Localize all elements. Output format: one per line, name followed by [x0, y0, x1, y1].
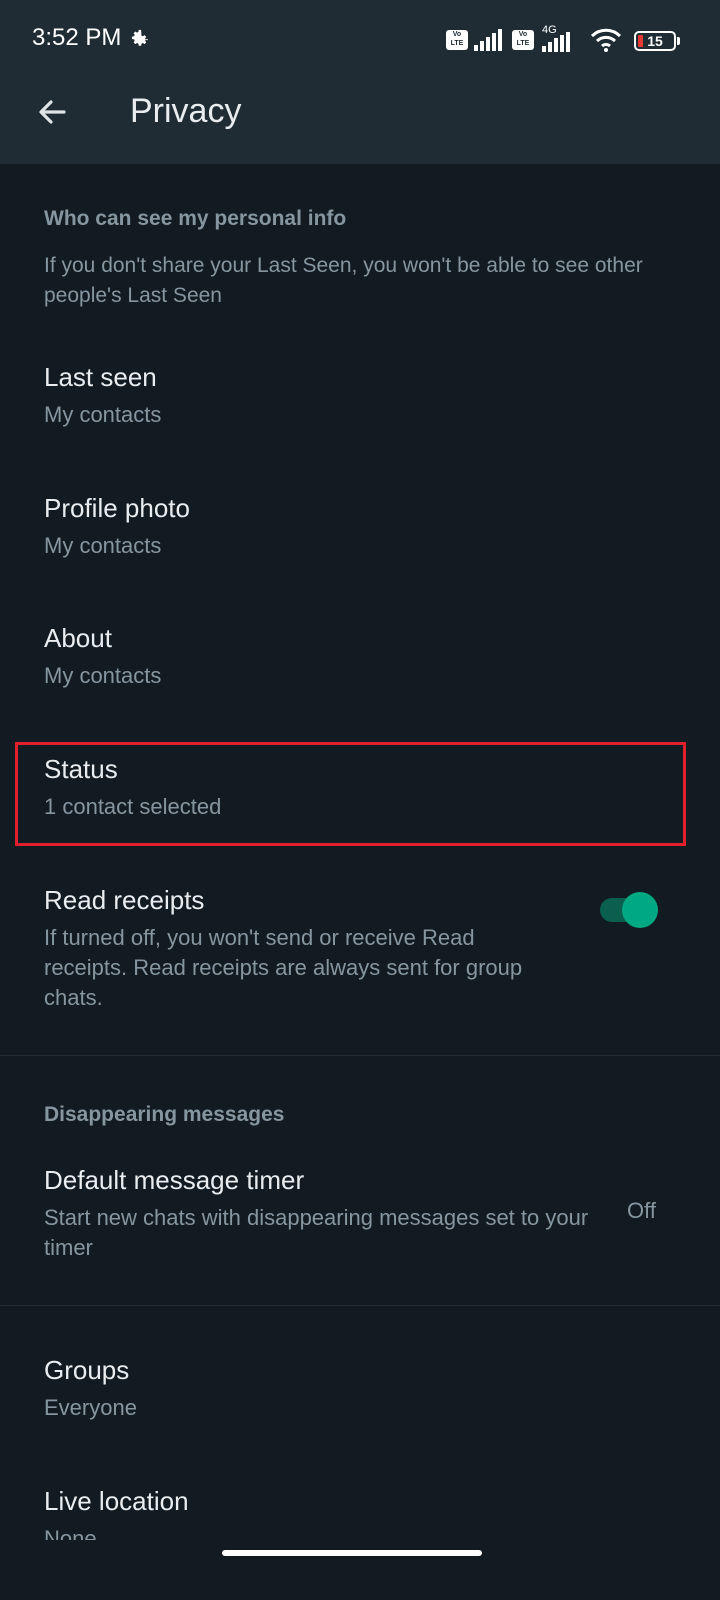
personal-info-note: If you don't share your Last Seen, you w…: [44, 254, 643, 307]
read-receipts-title: Read receipts: [44, 885, 205, 915]
gear-icon: [131, 29, 148, 46]
groups-title: Groups: [44, 1355, 130, 1385]
volte-icon: Vo LTE: [446, 30, 468, 50]
last-seen-value: My contacts: [44, 402, 162, 427]
last-seen-title: Last seen: [44, 362, 157, 392]
highlight-box: [15, 742, 686, 846]
last-seen-item[interactable]: Last seen My contacts: [0, 362, 720, 452]
back-arrow-icon[interactable]: [32, 92, 72, 132]
signal-icon-2: [542, 32, 570, 52]
about-value: My contacts: [44, 663, 162, 688]
volte-icon-2: Vo LTE: [512, 30, 534, 50]
wifi-icon: [590, 28, 622, 52]
battery-icon: 15: [634, 31, 676, 51]
battery-level: 15: [647, 33, 663, 49]
live-location-item[interactable]: Live location None: [0, 1486, 720, 1551]
navigation-bar: [0, 1540, 720, 1600]
default-timer-description: Start new chats with disappearing messag…: [44, 1205, 589, 1260]
app-bar: 3:52 PM Vo LTE Vo LTE 4G 15 Privacy: [0, 0, 720, 164]
live-location-title: Live location: [44, 1486, 189, 1516]
groups-item[interactable]: Groups Everyone: [0, 1355, 720, 1445]
read-receipts-description: If turned off, you won't send or receive…: [44, 925, 523, 1010]
section-header-disappearing: Disappearing messages: [44, 1103, 285, 1126]
divider-2: [0, 1305, 720, 1306]
groups-value: Everyone: [44, 1395, 137, 1420]
about-title: About: [44, 623, 112, 653]
default-timer-title: Default message timer: [44, 1165, 305, 1195]
system-icons: Vo LTE Vo LTE 4G 15: [446, 24, 686, 56]
signal-icon: [474, 29, 502, 51]
about-item[interactable]: About My contacts: [0, 623, 720, 713]
status-bar: 3:52 PM Vo LTE Vo LTE 4G 15: [0, 0, 720, 80]
profile-photo-item[interactable]: Profile photo My contacts: [0, 493, 720, 583]
home-gesture-bar[interactable]: [222, 1550, 482, 1556]
toggle-thumb: [622, 892, 658, 928]
default-timer-item[interactable]: Default message timer Start new chats wi…: [0, 1165, 720, 1265]
read-receipts-toggle[interactable]: [600, 892, 658, 928]
default-timer-value: Off: [627, 1198, 656, 1223]
page-title: Privacy: [130, 92, 242, 130]
section-header-personal-info: Who can see my personal info: [44, 207, 347, 230]
status-time: 3:52 PM: [32, 24, 122, 51]
battery-nub: [677, 37, 680, 45]
profile-photo-value: My contacts: [44, 533, 162, 558]
divider: [0, 1055, 720, 1056]
profile-photo-title: Profile photo: [44, 493, 190, 523]
